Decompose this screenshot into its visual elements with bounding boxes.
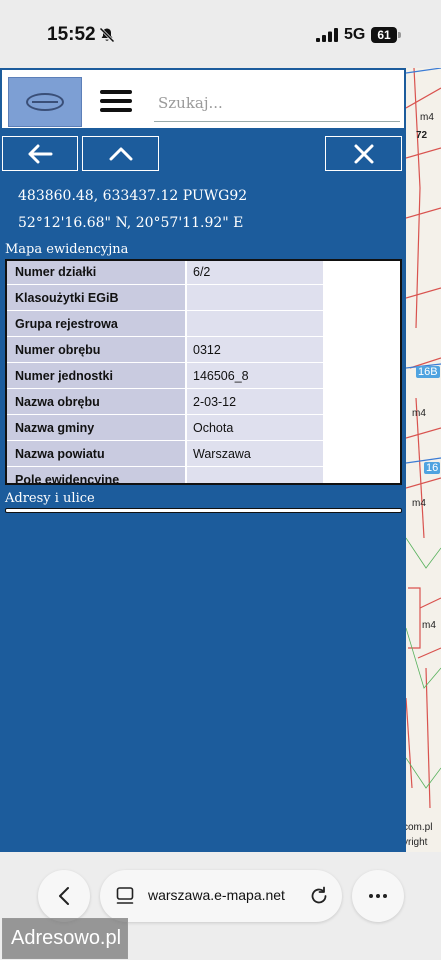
app-logo[interactable]: [8, 77, 82, 127]
battery-level: 61: [371, 27, 397, 43]
attribute-label: Numer jednostki: [7, 363, 185, 388]
table-row: Numer obrębu 0312: [7, 337, 323, 362]
attribute-label: Numer działki: [7, 261, 185, 284]
map-label: m4: [412, 408, 426, 419]
section-title-map[interactable]: Mapa ewidencyjna: [5, 242, 128, 257]
attribute-value: 2-03-12: [185, 389, 323, 414]
chevron-left-icon: [59, 887, 69, 905]
logo-emblem-icon: [26, 93, 64, 111]
addresses-panel-collapsed[interactable]: [5, 508, 402, 513]
cell-signal-icon: [316, 28, 338, 42]
network-type: 5G: [344, 26, 366, 43]
attribute-value: Warszawa: [185, 441, 323, 466]
close-button[interactable]: [325, 136, 402, 171]
attribute-label: Numer obrębu: [7, 337, 185, 362]
menu-icon[interactable]: [100, 88, 132, 114]
table-row: Numer jednostki 146506_8: [7, 363, 323, 388]
attribute-value: [185, 467, 323, 483]
attribute-label: Grupa rejestrowa: [7, 311, 185, 336]
back-button[interactable]: [2, 136, 78, 171]
attribute-label: Klasoużytki EGiB: [7, 285, 185, 310]
close-icon: [354, 144, 373, 163]
attribute-label: Nazwa powiatu: [7, 441, 185, 466]
map-badge: 16B: [416, 366, 440, 378]
url-text: warszawa.e-mapa.net: [148, 887, 285, 903]
chevron-up-icon: [109, 147, 132, 160]
table-row: Numer działki 6/2: [7, 261, 323, 284]
browser-back-button[interactable]: [38, 870, 90, 922]
map-copyright: yright: [406, 837, 428, 848]
more-options-button[interactable]: [352, 870, 404, 922]
reload-icon[interactable]: [308, 885, 330, 907]
attribute-label: Pole ewidencyjne: [7, 467, 185, 483]
map-label: m4: [420, 112, 434, 123]
map-badge: 16: [424, 462, 441, 474]
attribute-value: [185, 285, 323, 310]
attribute-label: Nazwa obrębu: [7, 389, 185, 414]
map-view[interactable]: m4 72 16B m4 16 m4 m4 com.pl yright: [406, 68, 441, 852]
bell-off-icon: [99, 27, 115, 43]
table-row: Nazwa gminy Ochota: [7, 415, 323, 440]
screen: 15:52 5G 61 m4 72 16B m4 16 m4 m4 om.pl …: [0, 0, 441, 960]
battery-icon: 61: [371, 27, 401, 43]
table-row: Klasoużytki EGiB: [7, 285, 323, 310]
attribute-label: Nazwa gminy: [7, 415, 185, 440]
parcel-lines: [406, 68, 441, 809]
address-bar[interactable]: warszawa.e-mapa.net: [100, 870, 342, 922]
map-label: m4: [422, 620, 436, 631]
coordinates-puwg: 483860.48, 633437.12 PUWG92: [18, 188, 248, 204]
attribute-value: 6/2: [185, 261, 323, 284]
parcel-attributes-table: Numer działki 6/2 Klasoużytki EGiB Grupa re…: [5, 259, 402, 485]
table-row: Nazwa obrębu 2-03-12: [7, 389, 323, 414]
attribute-value: Ochota: [185, 415, 323, 440]
status-bar: 15:52 5G 61: [0, 0, 441, 68]
info-panel: 483860.48, 633437.12 PUWG92 52°12'16.68"…: [0, 68, 406, 852]
table-row: Grupa rejestrowa: [7, 311, 323, 336]
status-time: 15:52: [47, 24, 96, 45]
table-row: Nazwa powiatu Warszawa: [7, 441, 323, 466]
page-menu-icon: [116, 887, 134, 904]
section-title-addresses[interactable]: Adresy i ulice: [5, 491, 95, 506]
map-copyright: com.pl: [406, 822, 433, 833]
coordinates-wgs: 52°12'16.68" N, 20°57'11.92" E: [18, 215, 244, 231]
map-label: m4: [412, 498, 426, 509]
arrow-left-icon: [28, 144, 53, 163]
panel-toolbar: [0, 68, 406, 130]
attribute-value: 0312: [185, 337, 323, 362]
attribute-value: 146506_8: [185, 363, 323, 388]
map-label: 72: [416, 130, 428, 141]
attribute-value: [185, 311, 323, 336]
watermark: Adresowo.pl: [2, 918, 128, 959]
collapse-button[interactable]: [82, 136, 159, 171]
more-icon: [369, 894, 387, 898]
search-input[interactable]: [154, 84, 400, 122]
table-row: Pole ewidencyjne: [7, 467, 323, 483]
